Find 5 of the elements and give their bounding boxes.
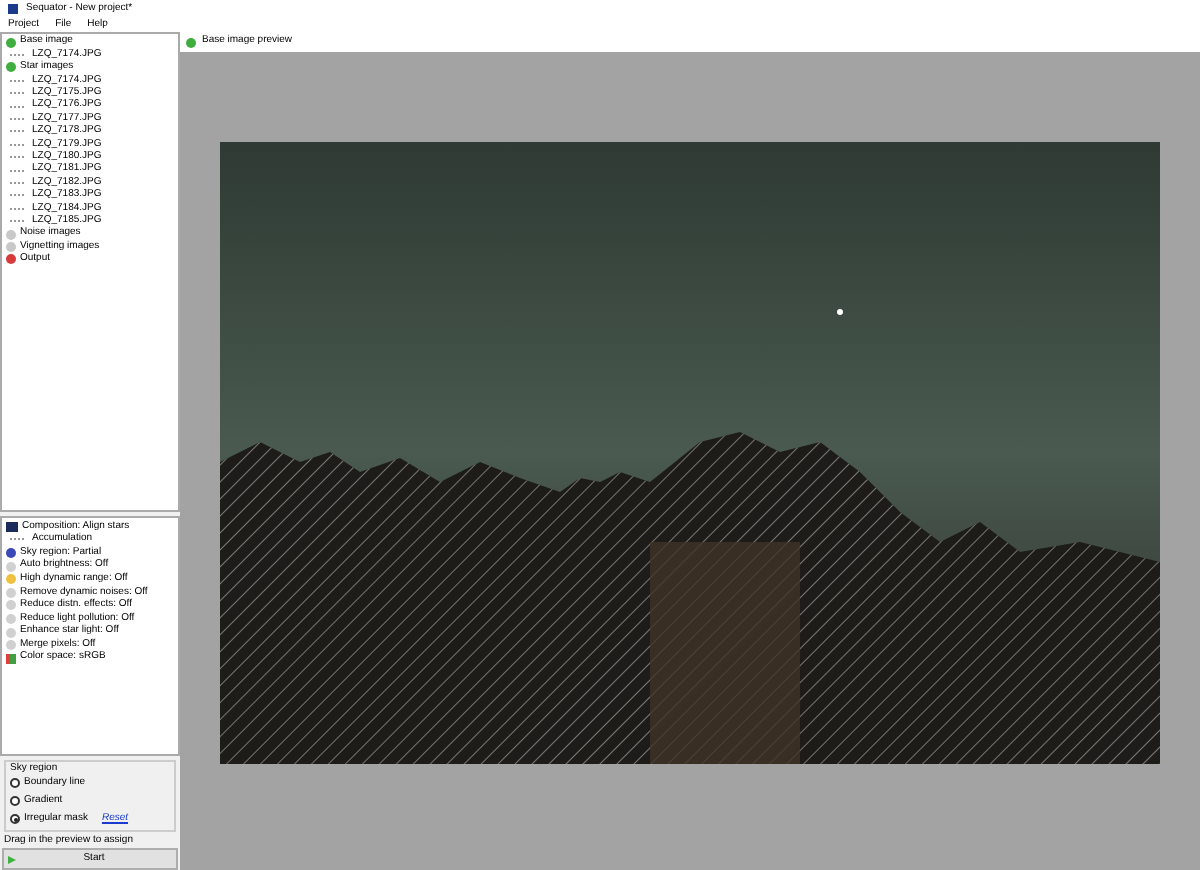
radio-button[interactable]	[10, 814, 20, 824]
play-icon	[8, 855, 16, 863]
radio-button[interactable]	[10, 778, 20, 788]
radio-button[interactable]	[10, 796, 20, 806]
app-icon	[8, 4, 18, 14]
